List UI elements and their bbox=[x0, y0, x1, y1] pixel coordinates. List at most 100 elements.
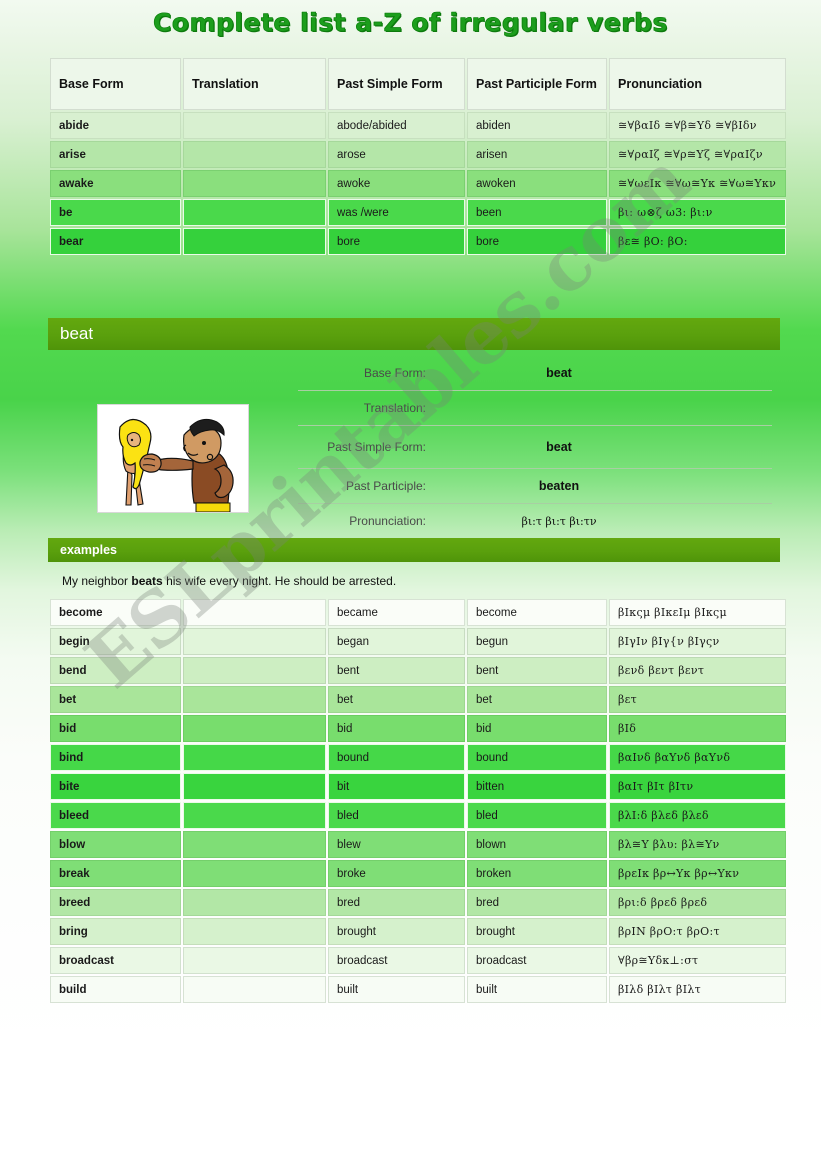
cell-past-simple: bore bbox=[328, 228, 465, 255]
cell-base-form: bite bbox=[50, 773, 181, 800]
cell-past-simple: broadcast bbox=[328, 947, 465, 974]
cell-base-form: arise bbox=[50, 141, 181, 168]
cell-translation bbox=[183, 976, 326, 1003]
cell-translation bbox=[183, 112, 326, 139]
table-row: be was /were been βι: ω⊗ζ ω3: βι:ν bbox=[50, 199, 786, 226]
cell-past-participle: brought bbox=[467, 918, 607, 945]
table-row: bleed bled bled βλΙ:δ βλεδ βλεδ bbox=[50, 802, 786, 829]
detail-label: Pronunciation: bbox=[349, 513, 426, 528]
verb-illustration bbox=[97, 404, 249, 513]
cell-pronunciation: βε≅ βΟ: βΟ: bbox=[609, 228, 786, 255]
table-row: bear bore bore βε≅ βΟ: βΟ: bbox=[50, 228, 786, 255]
cell-past-participle: been bbox=[467, 199, 607, 226]
detail-row-base-form: Base Form: beat bbox=[298, 356, 772, 391]
cell-base-form: bring bbox=[50, 918, 181, 945]
cell-past-participle: bitten bbox=[467, 773, 607, 800]
cell-translation bbox=[183, 918, 326, 945]
cell-base-form: bet bbox=[50, 686, 181, 713]
irregular-verbs-table-top: Base Form Translation Past Simple Form P… bbox=[48, 56, 788, 257]
cell-base-form: bind bbox=[50, 744, 181, 771]
cell-base-form: break bbox=[50, 860, 181, 887]
cell-translation bbox=[183, 199, 326, 226]
example-suffix: his wife every night. He should be arres… bbox=[162, 574, 397, 588]
cell-translation bbox=[183, 947, 326, 974]
cell-base-form: blow bbox=[50, 831, 181, 858]
cell-pronunciation: βρι:δ βρεδ βρεδ bbox=[609, 889, 786, 916]
cell-past-participle: broadcast bbox=[467, 947, 607, 974]
cell-translation bbox=[183, 628, 326, 655]
table-row: bind bound bound βαΙνδ βαΥνδ βαΥνδ bbox=[50, 744, 786, 771]
column-header-base-form: Base Form bbox=[50, 58, 181, 110]
cell-past-simple: broke bbox=[328, 860, 465, 887]
cell-translation bbox=[183, 686, 326, 713]
cell-pronunciation: βρΙΝ βρΟ:τ βρΟ:τ bbox=[609, 918, 786, 945]
column-header-past-participle: Past Participle Form bbox=[467, 58, 607, 110]
cell-past-simple: bit bbox=[328, 773, 465, 800]
cell-base-form: begin bbox=[50, 628, 181, 655]
cell-pronunciation: βΙγΙν βΙγ{ν βΙγςν bbox=[609, 628, 786, 655]
detail-value: βι:τ βι:τ βι:τν bbox=[521, 514, 597, 528]
page-title: Complete list a-Z of irregular verbs bbox=[153, 8, 668, 38]
cell-past-simple: bid bbox=[328, 715, 465, 742]
cell-past-simple: brought bbox=[328, 918, 465, 945]
cell-past-simple: bet bbox=[328, 686, 465, 713]
table-row: breed bred bred βρι:δ βρεδ βρεδ bbox=[50, 889, 786, 916]
cell-translation bbox=[183, 860, 326, 887]
table-row: bid bid bid βΙδ bbox=[50, 715, 786, 742]
detail-row-past-simple: Past Simple Form: beat bbox=[298, 426, 772, 469]
cell-translation bbox=[183, 802, 326, 829]
cell-past-participle: blown bbox=[467, 831, 607, 858]
cell-pronunciation: βλΙ:δ βλεδ βλεδ bbox=[609, 802, 786, 829]
table-row: build built built βΙλδ βΙλτ βΙλτ bbox=[50, 976, 786, 1003]
cell-past-participle: built bbox=[467, 976, 607, 1003]
table-row: become became become βΙκςμ βΙκεΙμ βΙκςμ bbox=[50, 599, 786, 626]
detail-value: beat bbox=[546, 440, 572, 454]
cell-translation bbox=[183, 657, 326, 684]
verb-detail-card: beat Base Form: beat Translation: Past S… bbox=[48, 318, 780, 598]
cell-pronunciation: βρεΙκ βρ↔Υκ βρ↔Υκν bbox=[609, 860, 786, 887]
table-row: abide abode/abided abiden ≅∀βαΙδ ≅∀β≅Υδ … bbox=[50, 112, 786, 139]
cell-pronunciation: βλ≅Υ βλυ: βλ≅Υν bbox=[609, 831, 786, 858]
cell-past-participle: arisen bbox=[467, 141, 607, 168]
cell-pronunciation: βενδ βεντ βεντ bbox=[609, 657, 786, 684]
examples-heading: examples bbox=[48, 538, 780, 562]
cell-translation bbox=[183, 599, 326, 626]
column-header-past-simple: Past Simple Form bbox=[328, 58, 465, 110]
cell-base-form: be bbox=[50, 199, 181, 226]
verb-detail-body: Base Form: beat Translation: Past Simple… bbox=[48, 350, 780, 538]
cell-base-form: broadcast bbox=[50, 947, 181, 974]
table-row: bite bit bitten βαΙτ βΙτ βΙτν bbox=[50, 773, 786, 800]
table-row: begin began begun βΙγΙν βΙγ{ν βΙγςν bbox=[50, 628, 786, 655]
detail-label: Past Participle: bbox=[345, 478, 426, 493]
cell-past-simple: became bbox=[328, 599, 465, 626]
example-highlight: beats bbox=[131, 574, 163, 588]
example-prefix: My neighbor bbox=[62, 574, 132, 588]
cell-past-participle: bound bbox=[467, 744, 607, 771]
cell-past-simple: bent bbox=[328, 657, 465, 684]
punching-cartoon-icon bbox=[98, 405, 248, 512]
cell-past-simple: bred bbox=[328, 889, 465, 916]
cell-translation bbox=[183, 715, 326, 742]
detail-label: Translation: bbox=[363, 400, 426, 415]
cell-past-simple: awoke bbox=[328, 170, 465, 197]
cell-past-participle: awoken bbox=[467, 170, 607, 197]
cell-base-form: become bbox=[50, 599, 181, 626]
detail-label: Base Form: bbox=[363, 365, 426, 380]
cell-past-simple: began bbox=[328, 628, 465, 655]
cell-base-form: build bbox=[50, 976, 181, 1003]
cell-past-participle: bled bbox=[467, 802, 607, 829]
cell-translation bbox=[183, 831, 326, 858]
cell-pronunciation: ≅∀ωεΙκ ≅∀ω≅Υκ ≅∀ω≅Υκν bbox=[609, 170, 786, 197]
cell-translation bbox=[183, 889, 326, 916]
cell-past-participle: bred bbox=[467, 889, 607, 916]
cell-base-form: breed bbox=[50, 889, 181, 916]
detail-row-past-participle: Past Participle: beaten bbox=[298, 469, 772, 504]
table-row: arise arose arisen ≅∀ραΙζ ≅∀ρ≅Υζ ≅∀ραΙζν bbox=[50, 141, 786, 168]
cell-base-form: bear bbox=[50, 228, 181, 255]
cell-pronunciation: βαΙνδ βαΥνδ βαΥνδ bbox=[609, 744, 786, 771]
cell-pronunciation: βαΙτ βΙτ βΙτν bbox=[609, 773, 786, 800]
verb-illustration-wrap bbox=[48, 356, 298, 513]
cell-past-simple: bound bbox=[328, 744, 465, 771]
detail-row-pronunciation: Pronunciation: βι:τ βι:τ βι:τν bbox=[298, 504, 772, 538]
cell-pronunciation: βι: ω⊗ζ ω3: βι:ν bbox=[609, 199, 786, 226]
